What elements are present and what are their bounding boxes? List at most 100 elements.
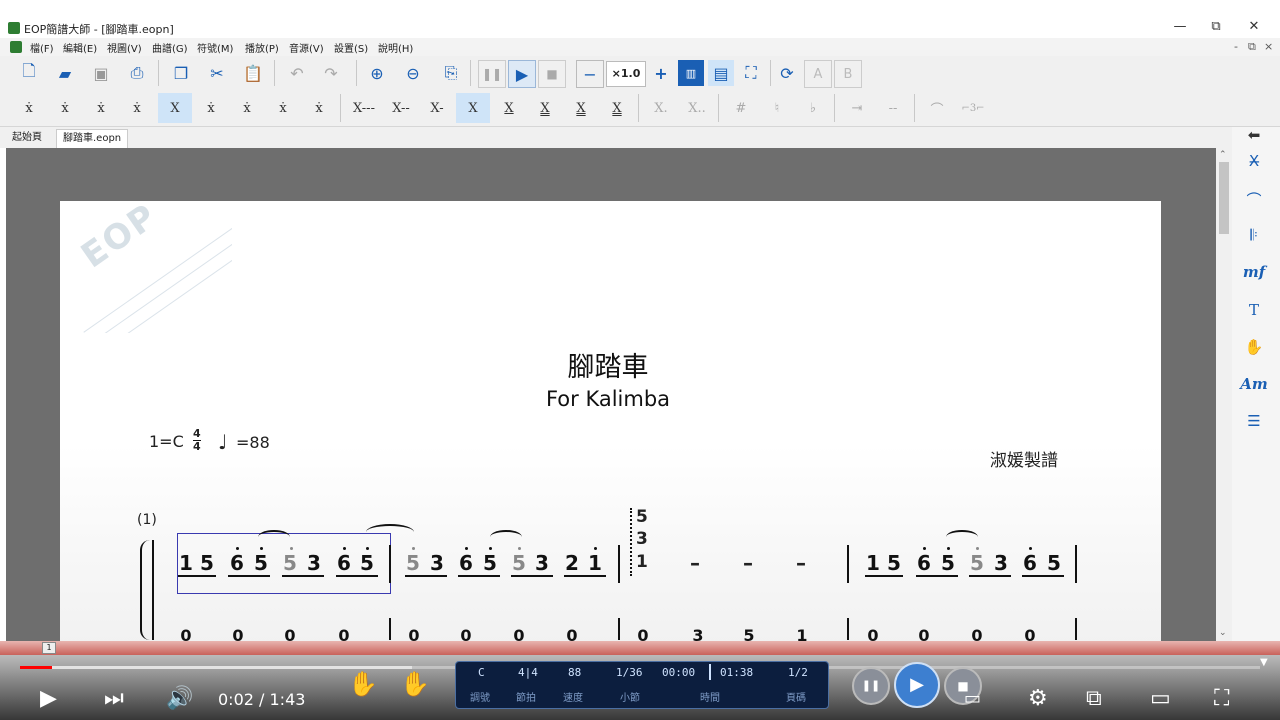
64th-note-button[interactable]: X bbox=[600, 93, 634, 123]
settings-gear-icon[interactable]: ⚙ bbox=[1028, 686, 1048, 711]
tab-start-page[interactable]: 起始頁 bbox=[6, 129, 48, 147]
mdi-close-button[interactable]: × bbox=[1264, 40, 1273, 53]
chart-view-icon[interactable]: ▤ bbox=[708, 60, 734, 86]
chord-note[interactable]: 1 bbox=[636, 552, 648, 572]
refresh-icon[interactable]: ⟳ bbox=[774, 60, 800, 86]
maximize-button[interactable]: ⧉ bbox=[1206, 19, 1226, 34]
note[interactable]: 3 bbox=[533, 551, 551, 575]
section-b-button[interactable]: B bbox=[834, 60, 862, 88]
sixteenth-note-button[interactable]: X bbox=[528, 93, 562, 123]
chord-note[interactable]: 5 bbox=[636, 507, 648, 527]
menu-play[interactable]: 播放(P) bbox=[245, 40, 279, 55]
fermata-icon[interactable]: ⌒ bbox=[1240, 189, 1268, 213]
extend-icon[interactable]: -- bbox=[876, 93, 910, 123]
flat-button[interactable]: ♭ bbox=[796, 93, 830, 123]
subtitles-icon[interactable]: ▭ bbox=[964, 688, 981, 709]
mdi-minimize-button[interactable]: - bbox=[1234, 40, 1238, 53]
dotted-half-note-button[interactable]: X-- bbox=[384, 93, 418, 123]
fingering-hand-icon[interactable]: ✋ bbox=[1240, 338, 1268, 362]
note[interactable]: 6 bbox=[335, 551, 353, 575]
whole-note-button[interactable]: X--- bbox=[346, 93, 382, 123]
new-file-icon[interactable]: 🗋 bbox=[16, 60, 42, 86]
tie-icon[interactable]: ⇥ bbox=[840, 93, 874, 123]
note-button[interactable]: ẋ bbox=[48, 93, 82, 123]
tab-active-file[interactable]: 腳踏車.eopn bbox=[56, 129, 129, 148]
piano-icon[interactable]: ▥ bbox=[678, 60, 704, 86]
scroll-down-icon[interactable]: ▼ bbox=[1260, 657, 1268, 668]
speed-up-button[interactable]: + bbox=[648, 60, 674, 86]
note[interactable]: 3 bbox=[992, 551, 1010, 575]
note-button[interactable]: ẋ bbox=[12, 93, 46, 123]
menu-file[interactable]: 檔(F) bbox=[30, 40, 54, 55]
play-button[interactable]: ▶ bbox=[508, 60, 536, 88]
note[interactable]: 2 bbox=[563, 551, 581, 575]
undo-icon[interactable]: ↶ bbox=[284, 60, 310, 86]
lyrics-icon[interactable]: ☰ bbox=[1240, 412, 1268, 436]
menu-symbol[interactable]: 符號(M) bbox=[197, 40, 233, 55]
note[interactable]: 5 bbox=[252, 551, 270, 575]
eighth-note-button[interactable]: X bbox=[492, 93, 526, 123]
menu-score[interactable]: 曲譜(G) bbox=[152, 40, 188, 55]
pause-button[interactable]: ❚❚ bbox=[478, 60, 506, 88]
chord-note[interactable]: 3 bbox=[636, 529, 648, 549]
note[interactable]: 5 bbox=[481, 551, 499, 575]
zoom-in-icon[interactable]: ⊕ bbox=[364, 60, 390, 86]
pause-icon[interactable]: ❚❚ bbox=[852, 667, 890, 705]
collapse-panel-icon[interactable]: ⬅ bbox=[1240, 126, 1268, 150]
note[interactable]: 5 bbox=[510, 551, 528, 575]
copy-icon[interactable]: ❐ bbox=[168, 60, 194, 86]
menu-view[interactable]: 視圖(V) bbox=[107, 40, 142, 55]
note[interactable]: 3 bbox=[428, 551, 446, 575]
note-button[interactable]: ẋ bbox=[194, 93, 228, 123]
note[interactable]: 5 bbox=[968, 551, 986, 575]
double-dotted-note-button[interactable]: X.. bbox=[680, 93, 714, 123]
sharp-button[interactable]: # bbox=[724, 93, 758, 123]
dotted-note-button[interactable]: X. bbox=[644, 93, 678, 123]
half-note-button[interactable]: X- bbox=[420, 93, 454, 123]
section-a-button[interactable]: A bbox=[804, 60, 832, 88]
note[interactable]: 5 bbox=[281, 551, 299, 575]
print-icon[interactable]: ⎙ bbox=[124, 60, 150, 86]
redo-icon[interactable]: ↷ bbox=[318, 60, 344, 86]
note[interactable]: 5 bbox=[358, 551, 376, 575]
scroll-down-icon[interactable]: ⌄ bbox=[1219, 628, 1227, 638]
menu-sound[interactable]: 音源(V) bbox=[289, 40, 324, 55]
quarter-note-button[interactable]: X bbox=[456, 93, 490, 123]
next-icon[interactable]: ⏭ bbox=[104, 686, 124, 711]
play-icon[interactable]: ▶ bbox=[894, 662, 940, 708]
dynamics-icon[interactable]: mf bbox=[1240, 263, 1268, 287]
open-folder-icon[interactable]: ▰ bbox=[52, 60, 78, 86]
note[interactable]: 5 bbox=[404, 551, 422, 575]
note[interactable]: 5 bbox=[939, 551, 957, 575]
scroll-up-icon[interactable]: ⌃ bbox=[1219, 150, 1227, 160]
stop-button[interactable]: ■ bbox=[538, 60, 566, 88]
image-view-icon[interactable]: ⛶ bbox=[738, 60, 764, 86]
paste-icon[interactable]: 📋 bbox=[240, 60, 266, 86]
cut-icon[interactable]: ✂ bbox=[204, 60, 230, 86]
zoom-out-icon[interactable]: ⊖ bbox=[400, 60, 426, 86]
miniplayer-icon[interactable]: ⧉ bbox=[1086, 686, 1102, 711]
note[interactable]: 6 bbox=[1021, 551, 1039, 575]
menu-help[interactable]: 說明(H) bbox=[378, 40, 413, 55]
timeline-marker[interactable]: 1 bbox=[42, 642, 56, 654]
close-button[interactable]: ✕ bbox=[1244, 19, 1264, 34]
play-icon[interactable]: ▶ bbox=[40, 686, 57, 711]
natural-button[interactable]: ♮ bbox=[760, 93, 794, 123]
note[interactable]: 1 bbox=[177, 551, 195, 575]
note-button[interactable]: ẋ bbox=[120, 93, 154, 123]
save-icon[interactable]: ▣ bbox=[88, 60, 114, 86]
fullscreen-icon[interactable]: ⛶ bbox=[1214, 686, 1229, 711]
triplet-icon[interactable]: ⌐3⌐ bbox=[956, 93, 990, 123]
note[interactable]: 3 bbox=[305, 551, 323, 575]
note-button-selected[interactable]: X bbox=[158, 93, 192, 123]
strike-note-icon[interactable]: X̶ bbox=[1240, 152, 1268, 176]
note[interactable]: 5 bbox=[1045, 551, 1063, 575]
theater-mode-icon[interactable]: ▭ bbox=[1150, 686, 1171, 711]
slur-icon[interactable]: ⌒ bbox=[920, 93, 954, 123]
menu-edit[interactable]: 編輯(E) bbox=[63, 40, 97, 55]
minimize-button[interactable]: — bbox=[1170, 19, 1190, 34]
playback-timeline[interactable] bbox=[0, 641, 1280, 655]
page-view-icon[interactable]: ⎘ bbox=[438, 60, 464, 86]
note-button[interactable]: ẋ bbox=[84, 93, 118, 123]
menu-settings[interactable]: 設置(S) bbox=[334, 40, 368, 55]
